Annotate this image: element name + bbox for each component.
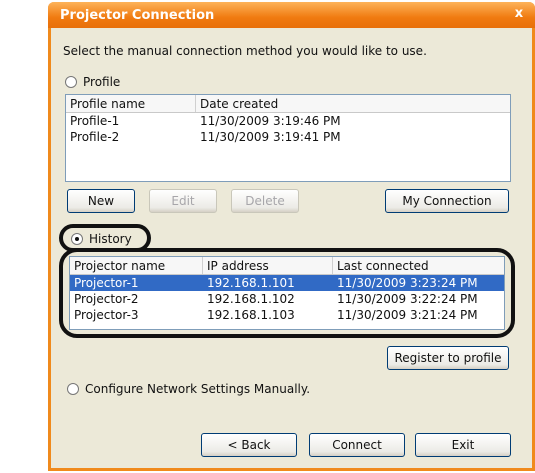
profile-list-header: Profile name Date created bbox=[66, 95, 510, 113]
configure-manually-radio[interactable] bbox=[67, 383, 79, 395]
configure-manually-label: Configure Network Settings Manually. bbox=[85, 382, 311, 396]
ip-address-cell: 192.168.1.101 bbox=[207, 276, 295, 290]
window-title: Projector Connection bbox=[60, 8, 215, 23]
last-connected-cell: 11/30/2009 3:23:24 PM bbox=[337, 276, 478, 290]
projector-name-cell: Projector-3 bbox=[74, 308, 139, 322]
profile-option[interactable]: Profile bbox=[65, 75, 120, 89]
history-list[interactable]: Projector name IP address Last connected… bbox=[69, 256, 505, 330]
edit-profile-button[interactable]: Edit bbox=[149, 189, 217, 213]
exit-button[interactable]: Exit bbox=[415, 433, 511, 457]
configure-manually-option[interactable]: Configure Network Settings Manually. bbox=[67, 382, 310, 396]
profile-date-cell: 11/30/2009 3:19:46 PM bbox=[200, 114, 341, 128]
column-header-date-created[interactable]: Date created bbox=[196, 95, 510, 112]
register-to-profile-button[interactable]: Register to profile bbox=[387, 346, 509, 370]
column-header-last-connected[interactable]: Last connected bbox=[333, 257, 504, 274]
column-header-ip-address[interactable]: IP address bbox=[203, 257, 333, 274]
connect-button[interactable]: Connect bbox=[309, 433, 405, 457]
profile-date-cell: 11/30/2009 3:19:41 PM bbox=[200, 130, 341, 144]
table-row[interactable]: Projector-3 192.168.1.103 11/30/2009 3:2… bbox=[70, 307, 504, 323]
close-icon[interactable]: x bbox=[511, 6, 527, 22]
profile-radio[interactable] bbox=[65, 76, 77, 88]
last-connected-cell: 11/30/2009 3:21:24 PM bbox=[337, 308, 478, 322]
last-connected-cell: 11/30/2009 3:22:24 PM bbox=[337, 292, 478, 306]
profile-name-cell: Profile-2 bbox=[70, 130, 120, 144]
table-row[interactable]: Projector-2 192.168.1.102 11/30/2009 3:2… bbox=[70, 291, 504, 307]
table-row[interactable]: Profile-1 11/30/2009 3:19:46 PM bbox=[66, 113, 510, 129]
history-list-header: Projector name IP address Last connected bbox=[70, 257, 504, 275]
ip-address-cell: 192.168.1.103 bbox=[207, 308, 295, 322]
column-header-profile-name[interactable]: Profile name bbox=[66, 95, 196, 112]
title-bar[interactable]: Projector Connection x bbox=[48, 2, 535, 28]
my-connection-button[interactable]: My Connection bbox=[385, 189, 509, 213]
profile-name-cell: Profile-1 bbox=[70, 114, 120, 128]
table-row[interactable]: Profile-2 11/30/2009 3:19:41 PM bbox=[66, 129, 510, 145]
profile-radio-label: Profile bbox=[83, 75, 121, 89]
profile-list[interactable]: Profile name Date created Profile-1 11/3… bbox=[65, 94, 511, 182]
projector-name-cell: Projector-1 bbox=[74, 276, 139, 290]
back-button[interactable]: < Back bbox=[201, 433, 297, 457]
history-radio-label: History bbox=[89, 232, 132, 246]
history-option[interactable]: History bbox=[71, 232, 132, 246]
ip-address-cell: 192.168.1.102 bbox=[207, 292, 295, 306]
history-radio[interactable] bbox=[71, 233, 83, 245]
table-row[interactable]: Projector-1 192.168.1.101 11/30/2009 3:2… bbox=[70, 275, 504, 291]
instruction-text: Select the manual connection method you … bbox=[63, 44, 427, 58]
column-header-projector-name[interactable]: Projector name bbox=[70, 257, 203, 274]
new-profile-button[interactable]: New bbox=[67, 189, 135, 213]
projector-connection-window: Projector Connection x Select the manual… bbox=[48, 2, 535, 471]
projector-name-cell: Projector-2 bbox=[74, 292, 139, 306]
dialog-content: Select the manual connection method you … bbox=[51, 28, 532, 468]
delete-profile-button[interactable]: Delete bbox=[231, 189, 299, 213]
